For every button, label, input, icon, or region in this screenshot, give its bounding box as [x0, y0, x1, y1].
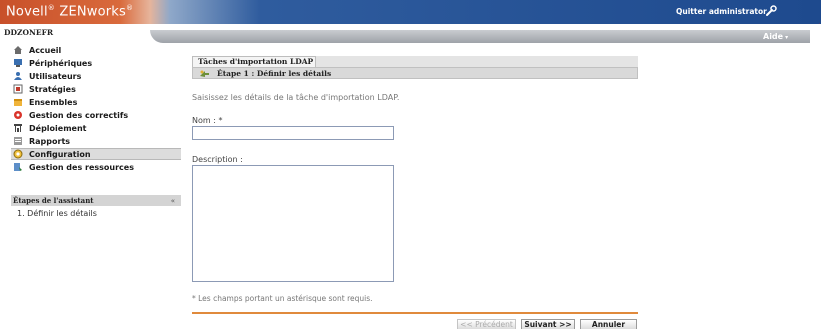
sidebar-item-strategies[interactable]: Stratégies: [11, 83, 181, 95]
novell-zenworks-logo: Novell® ZENworks®: [6, 4, 134, 20]
wizard-arrow-icon: [199, 69, 210, 78]
quit-administrator-link[interactable]: Quitter administrator: [676, 7, 767, 16]
sidebar-item-ensembles[interactable]: Ensembles: [11, 96, 181, 108]
zone-name: DDZONEFR: [4, 28, 54, 37]
asset-icon: [13, 162, 23, 172]
sidebar-item-deploiement[interactable]: Déploiement: [11, 122, 181, 134]
sidebar-item-gestion-des-correctifs[interactable]: Gestion des correctifs: [11, 109, 181, 121]
description-textarea[interactable]: [192, 165, 394, 282]
sidebar-item-peripheriques[interactable]: Périphériques: [11, 57, 181, 69]
sidebar-item-rapports[interactable]: Rapports: [11, 135, 181, 147]
sidebar-item-gestion-des-ressources[interactable]: Gestion des ressources: [11, 161, 181, 173]
wrench-icon[interactable]: [764, 4, 778, 18]
help-menu[interactable]: Aide ▾: [763, 32, 788, 41]
previous-button[interactable]: << Précédent: [457, 319, 516, 329]
policies-icon: [13, 84, 23, 94]
reports-icon: [13, 136, 23, 146]
users-icon: [13, 71, 23, 81]
devices-icon: [13, 58, 23, 68]
configuration-icon: [13, 149, 23, 159]
footer-divider: [192, 312, 638, 314]
sidebar-item-accueil[interactable]: Accueil: [11, 44, 181, 56]
name-input[interactable]: [192, 126, 394, 140]
task-title: Tâches d'importation LDAP: [198, 57, 314, 66]
wizard-step-1[interactable]: 1. Définir les détails: [17, 209, 97, 218]
sidebar: Accueil Périphériques Utilisateurs Strat…: [11, 42, 181, 329]
step-title: Étape 1 : Définir les détails: [217, 69, 332, 78]
task-title-row: Tâches d'importation LDAP: [192, 56, 638, 67]
sidebar-item-configuration[interactable]: Configuration: [11, 148, 181, 160]
description-label: Description :: [192, 155, 243, 164]
wizard-steps-header: Étapes de l'assistant «: [11, 195, 181, 206]
next-button[interactable]: Suivant >>: [521, 319, 575, 329]
collapse-icon[interactable]: «: [171, 197, 175, 205]
task-title-tab: Tâches d'importation LDAP: [192, 56, 316, 67]
sidebar-item-utilisateurs[interactable]: Utilisateurs: [11, 70, 181, 82]
home-icon: [13, 45, 23, 55]
patch-icon: [13, 110, 23, 120]
name-label: Nom : *: [192, 116, 223, 125]
cancel-button[interactable]: Annuler: [580, 319, 637, 329]
deployment-icon: [13, 123, 23, 133]
top-header: Novell® ZENworks® Quitter administrator: [0, 0, 821, 24]
help-bar: [150, 30, 810, 43]
intro-text: Saisissez les détails de la tâche d'impo…: [192, 93, 400, 102]
step-header: Étape 1 : Définir les détails: [192, 67, 638, 79]
required-fields-note: * Les champs portant un astérisque sont …: [192, 294, 373, 303]
bundles-icon: [13, 97, 23, 107]
chevron-down-icon: ▾: [785, 34, 789, 41]
